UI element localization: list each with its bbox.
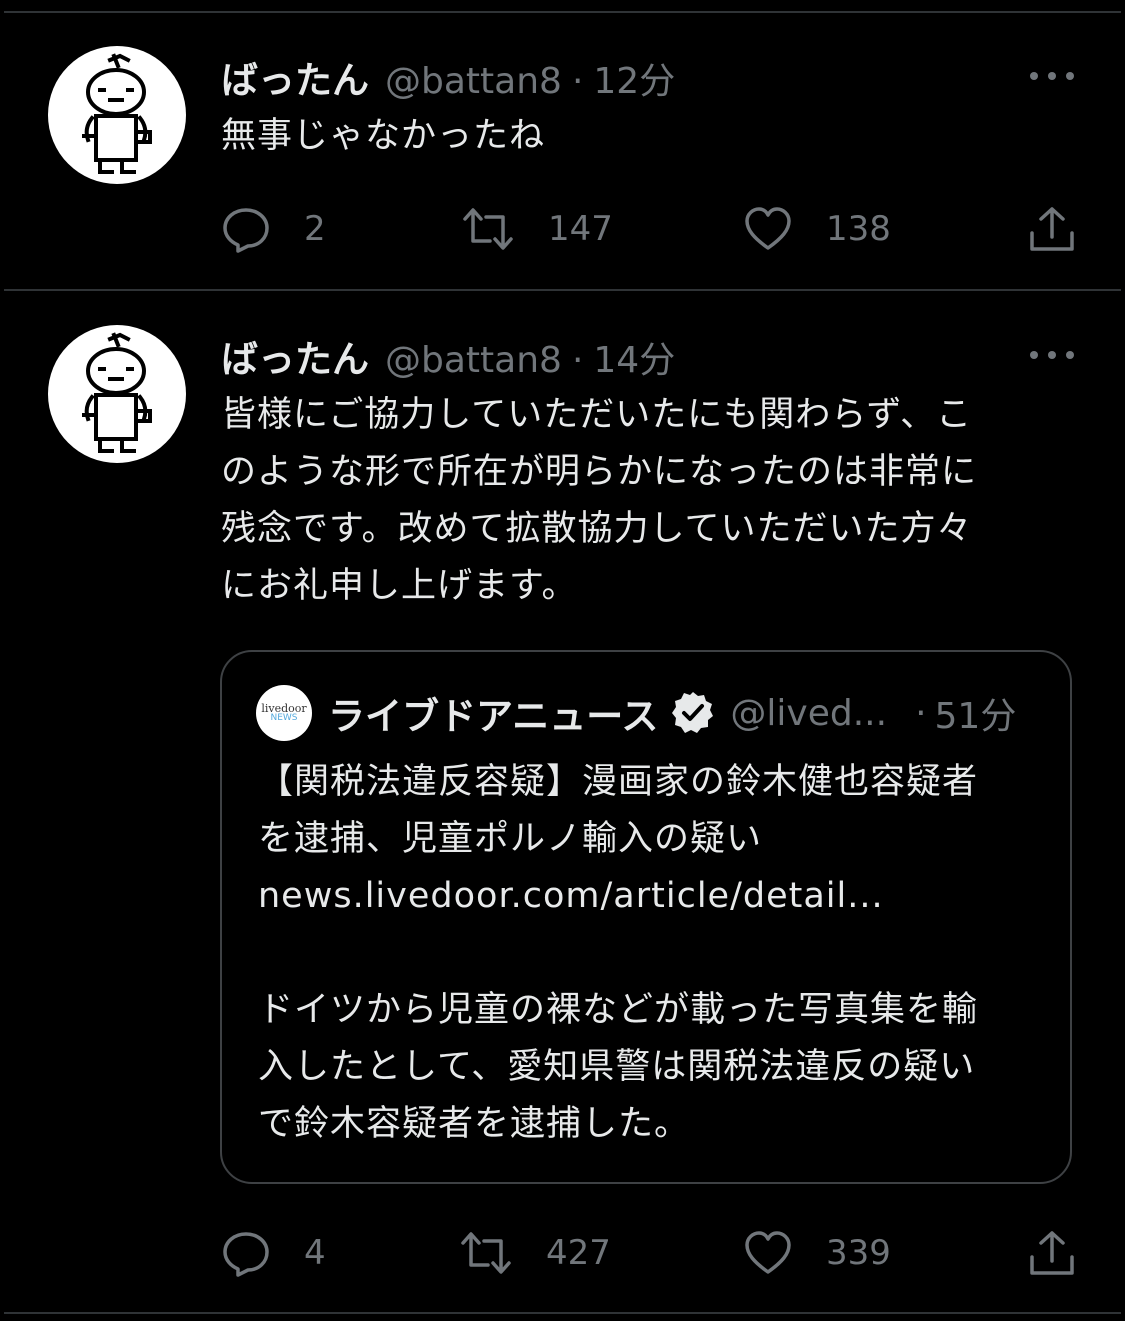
author-name[interactable]: ばったん [221, 50, 369, 104]
retweet-count: 147 [548, 209, 613, 249]
action-bar: 2 147 138 [0, 204, 1125, 254]
share-icon [1030, 1231, 1074, 1275]
retweet-icon [463, 208, 513, 250]
tweet-text: 皆様にご協力していただいたにも関わらず、こ のような形で所在が明らかになったのは… [221, 395, 978, 606]
reply-count: 2 [304, 209, 326, 249]
author-handle[interactable]: @battan8 [385, 61, 562, 102]
like-count: 339 [826, 1233, 891, 1273]
quoted-tweet-text: 【関税法違反容疑】漫画家の鈴木健也容疑者 を逮捕、児童ポルノ輸入の疑い news… [258, 762, 979, 1144]
top-divider [4, 11, 1121, 13]
separator-dot: · [571, 61, 584, 102]
reply-icon [223, 208, 269, 253]
tweet-divider [4, 289, 1121, 291]
pixel-character-avatar-icon [82, 53, 152, 174]
heart-icon [745, 207, 791, 250]
verified-badge-icon [672, 692, 714, 733]
author-handle[interactable]: @battan8 [385, 340, 562, 381]
quoted-tweet-header: livedoor NEWS ライブドアニュース @lived... · 51分 [256, 685, 1046, 741]
like-count: 138 [826, 209, 891, 249]
reply-icon [223, 1232, 269, 1277]
retweet-button[interactable]: 147 [462, 204, 613, 254]
tweet-header: ばったん @battan8 · 14分 [221, 329, 675, 381]
pixel-character-avatar-icon [82, 332, 152, 453]
timestamp[interactable]: 14分 [593, 331, 675, 383]
tweet-header: ばったん @battan8 · 12分 [221, 50, 675, 102]
retweet-icon [461, 1232, 511, 1274]
reply-button[interactable]: 2 [222, 204, 326, 254]
tweet-text: 無事じゃなかったね [221, 116, 546, 156]
retweet-count: 427 [546, 1233, 611, 1273]
separator-dot: · [571, 340, 584, 381]
more-options-icon[interactable] [1030, 345, 1074, 365]
quoted-author-name: ライブドアニュース [328, 695, 659, 738]
retweet-button[interactable]: 427 [460, 1228, 611, 1278]
quoted-timestamp: 51分 [934, 696, 1017, 737]
like-button[interactable]: 138 [744, 204, 891, 254]
avatar[interactable] [48, 46, 186, 184]
share-button[interactable] [1028, 1228, 1076, 1278]
action-bar: 4 427 339 [0, 1228, 1125, 1278]
livedoor-news-logo: livedoor NEWS [256, 685, 312, 741]
separator-dot: · [915, 692, 927, 734]
share-icon [1030, 207, 1074, 251]
reply-count: 4 [304, 1233, 326, 1273]
bottom-divider [4, 1312, 1121, 1314]
logo-text-bottom: NEWS [270, 713, 298, 723]
more-options-icon[interactable] [1030, 66, 1074, 86]
timestamp[interactable]: 12分 [593, 52, 675, 104]
quoted-tweet[interactable]: livedoor NEWS ライブドアニュース @lived... · 51分 … [220, 650, 1072, 1184]
quoted-author-handle: @lived... [730, 692, 888, 734]
author-name[interactable]: ばったん [221, 329, 369, 383]
like-button[interactable]: 339 [744, 1228, 891, 1278]
share-button[interactable] [1028, 204, 1076, 254]
avatar[interactable] [48, 325, 186, 463]
reply-button[interactable]: 4 [222, 1228, 326, 1278]
heart-icon [745, 1231, 791, 1274]
